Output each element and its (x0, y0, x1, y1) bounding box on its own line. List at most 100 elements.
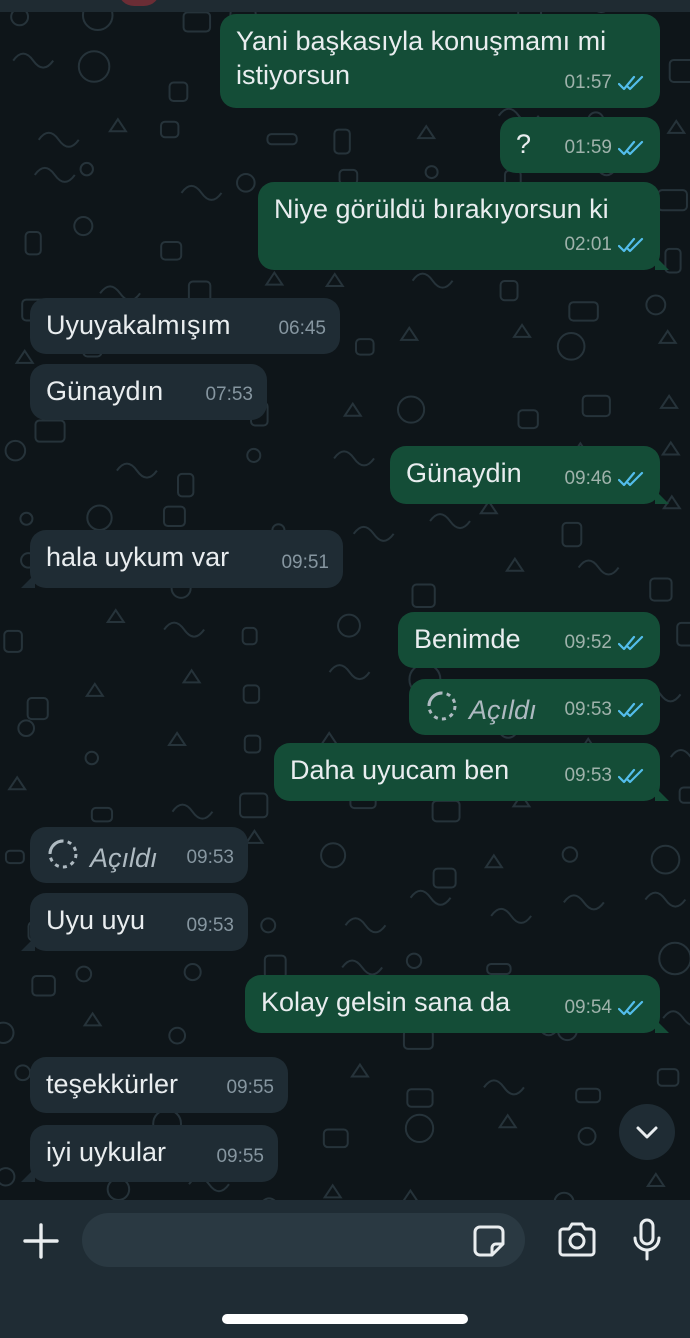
wallpaper-doodle (77, 50, 111, 83)
message-text: Günaydın (46, 376, 164, 406)
wallpaper-doodle (26, 697, 49, 721)
incoming-message[interactable]: Uyuyakalmışım 06:45 (30, 298, 340, 354)
message-meta: 07:53 (205, 378, 253, 412)
message-time: 09:53 (186, 915, 234, 936)
wallpaper-doodle (512, 323, 532, 338)
outgoing-message[interactable]: Açıldı 09:53 (409, 679, 660, 735)
message-meta: 01:59 (564, 131, 646, 165)
message-meta: 09:53 (186, 909, 234, 943)
plus-icon[interactable] (22, 1222, 60, 1265)
incoming-message[interactable]: Açıldı 09:53 (30, 827, 248, 883)
wallpaper-doodle (24, 231, 42, 256)
wallpaper-doodle (337, 613, 361, 638)
wallpaper-doodle (168, 1026, 187, 1045)
message-time: 07:53 (205, 384, 253, 405)
message-input[interactable] (82, 1213, 525, 1267)
wallpaper-doodle (264, 270, 285, 286)
wallpaper-doodle (399, 326, 420, 341)
wallpaper-doodle (342, 401, 363, 417)
wallpaper-doodle (4, 849, 25, 865)
wallpaper-doodle (180, 184, 223, 201)
wallpaper-doodle (350, 1062, 370, 1078)
message-time: 02:01 (564, 234, 612, 255)
wallpaper-doodle (116, 462, 158, 479)
incoming-message[interactable]: teşekkürler 09:55 (30, 1057, 288, 1113)
incoming-message[interactable]: iyi uykular 09:55 (21, 1125, 278, 1182)
wallpaper-doodle (160, 241, 183, 261)
message-time: 01:59 (564, 137, 612, 158)
wallpaper-doodle (563, 894, 605, 911)
message-text: iyi uykular (46, 1137, 167, 1167)
double-check-icon (618, 470, 646, 488)
outgoing-message[interactable]: Kolay gelsin sana da 09:54 (245, 975, 669, 1033)
wallpaper-doodle (561, 846, 579, 863)
outgoing-message[interactable]: Yani başkasıyla konuşmamı mi istiyorsun 01… (220, 14, 660, 108)
message-meta: 09:55 (216, 1140, 264, 1174)
wallpaper-doodle (497, 1113, 518, 1129)
wallpaper-doodle (12, 52, 55, 69)
wallpaper-doodle (266, 133, 298, 146)
message-text: Günaydin (406, 458, 522, 488)
wallpaper-doodle (246, 447, 262, 463)
sticker-icon[interactable] (472, 1224, 506, 1263)
wallpaper-doodle (483, 1079, 525, 1096)
message-meta: 09:53 (564, 759, 646, 793)
incoming-message[interactable]: hala uykum var 09:51 (21, 530, 343, 588)
wallpaper-doodle (499, 280, 519, 302)
wallpaper-doodle (241, 626, 258, 646)
message-meta: 09:55 (226, 1071, 274, 1105)
outgoing-message[interactable]: Günaydin 09:46 (390, 446, 669, 504)
wallpaper-doodle (344, 917, 387, 934)
incoming-message[interactable]: Günaydın 07:53 (30, 364, 267, 420)
chat-area[interactable]: Yani başkasıyla konuşmamı mi istiyorsun 01… (0, 0, 690, 1200)
wallpaper-doodle (352, 525, 395, 542)
message-meta: 09:53 (564, 693, 646, 727)
incoming-message[interactable]: Uyu uyu 09:53 (21, 893, 248, 951)
outgoing-message[interactable]: Daha uyucam ben 09:53 (274, 743, 669, 801)
message-text: Daha uyucam ben (290, 755, 510, 785)
wallpaper-doodle (0, 1021, 15, 1044)
outgoing-message[interactable]: ? 01:59 (500, 117, 660, 173)
double-check-icon (618, 236, 646, 254)
wallpaper-doodle (556, 332, 586, 361)
microphone-icon[interactable] (632, 1218, 662, 1267)
wallpaper-doodle (163, 621, 205, 638)
wallpaper-doodle (490, 907, 532, 924)
message-time: 09:52 (564, 632, 612, 653)
wallpaper-doodle (656, 1068, 680, 1087)
wallpaper-doodle (341, 959, 383, 976)
message-meta: 01:57 (564, 66, 646, 100)
message-time: 09:55 (226, 1077, 274, 1098)
avatar-edge (118, 0, 160, 6)
view-once-icon (46, 837, 80, 879)
camera-icon[interactable] (556, 1222, 598, 1263)
message-meta: 06:45 (278, 312, 326, 346)
view-once-label: Açıldı (90, 843, 158, 873)
wallpaper-doodle (84, 682, 105, 697)
view-once-opened: Açıldı (425, 689, 537, 731)
wallpaper-doodle (411, 272, 454, 289)
view-once-icon (425, 689, 459, 731)
outgoing-message[interactable]: Benimde 09:52 (398, 612, 660, 668)
wallpaper-doodle (333, 450, 375, 467)
wallpaper-doodle (505, 556, 525, 572)
wallpaper-doodle (320, 842, 347, 869)
wallpaper-doodle (659, 394, 679, 409)
message-text: Uyu uyu (46, 905, 146, 935)
wallpaper-doodle (108, 117, 128, 133)
wallpaper-doodle (676, 621, 690, 647)
wallpaper-doodle (517, 409, 539, 430)
message-time: 01:57 (564, 72, 612, 93)
wallpaper-doodle (575, 1087, 602, 1104)
view-once-opened: Açıldı (46, 837, 158, 879)
wallpaper-doodle (0, 1167, 16, 1187)
double-check-icon (618, 139, 646, 157)
scroll-to-bottom-button[interactable] (619, 1104, 675, 1160)
wallpaper-doodle (355, 338, 375, 356)
wallpaper-doodle (260, 917, 277, 934)
wallpaper-doodle (411, 583, 436, 608)
wallpaper-doodle (79, 161, 94, 177)
outgoing-message[interactable]: Niye görüldü bırakıyorsun ki 02:01 (258, 182, 669, 270)
wallpaper-doodle (242, 684, 261, 704)
wallpaper-doodle (82, 1011, 103, 1027)
